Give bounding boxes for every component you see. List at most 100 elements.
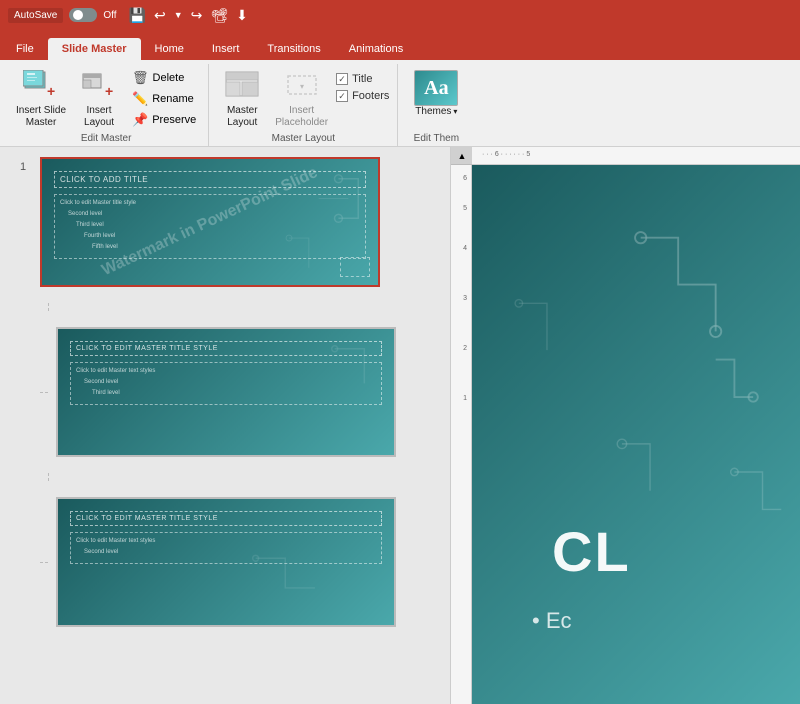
edit-master-group-label: Edit Master [81, 131, 132, 144]
rename-button[interactable]: ✏️ Rename [128, 89, 200, 109]
title-checkbox[interactable]: ✓ [336, 73, 348, 85]
delete-label: Delete [153, 72, 185, 84]
h-ruler-6: · · · 6 · · · · · · 5 [482, 151, 530, 158]
slide-inner-1: CLICK TO ADD TITLE Click to edit Master … [42, 159, 378, 285]
insert-placeholder-icon: ▾ [284, 70, 320, 105]
autosave-label: AutoSave [8, 8, 63, 23]
redo-icon[interactable]: ↪ [191, 7, 203, 24]
autosave-toggle[interactable] [69, 8, 97, 22]
slide-title-1: CLICK TO ADD TITLE [54, 171, 366, 188]
scroll-up-button[interactable]: ▲ [451, 147, 473, 165]
footers-checkbox-row[interactable]: ✓ Footers [336, 89, 389, 103]
vertical-ruler: 6 5 4 3 2 1 [451, 165, 471, 704]
slide-content-3: Click to edit Master text styles Second … [70, 532, 382, 564]
ruler-tick-1: 1 [463, 395, 467, 402]
ribbon-group-edit-master: + Insert SlideMaster + InsertLayout [4, 64, 209, 146]
canvas-circuit-svg [472, 165, 800, 704]
slide-content-2: Click to edit Master text styles Second … [70, 362, 382, 405]
present-icon[interactable]: 📽 [210, 7, 228, 24]
tab-transitions[interactable]: Transitions [253, 38, 334, 60]
more-icon[interactable]: ⬇ [236, 7, 248, 24]
ruler-tick-3: 3 [463, 295, 467, 302]
connector-1-2 [48, 303, 450, 311]
edit-canvas: · · · 6 · · · · · · 5 CL • Ec [472, 147, 800, 704]
tab-animations[interactable]: Animations [335, 38, 417, 60]
undo-icon[interactable]: ↩ [154, 7, 166, 24]
preserve-label: Preserve [152, 114, 196, 126]
insert-slide-master-label: Insert SlideMaster [16, 105, 66, 129]
tab-file[interactable]: File [2, 38, 48, 60]
slide-number-3 [20, 497, 32, 501]
title-bar: AutoSave Off 💾 ↩ ▼ ↪ 📽 ⬇ [0, 0, 800, 30]
ruler-tick-6: 6 [463, 175, 467, 182]
canvas-slide[interactable]: CL • Ec [472, 165, 800, 704]
canvas-bullet-text: • Ec [532, 608, 572, 634]
canvas-main-text: CL [552, 519, 631, 584]
insert-placeholder-button[interactable]: ▾ InsertPlaceholder [271, 68, 332, 131]
master-layout-button[interactable]: MasterLayout [217, 68, 267, 131]
slide-number-2 [20, 327, 32, 331]
delete-button[interactable]: 🗑 Delete [128, 68, 200, 88]
footers-checkbox[interactable]: ✓ [336, 90, 348, 102]
insert-placeholder-label: InsertPlaceholder [275, 105, 328, 129]
slide-text-3: CLICK TO EDIT MASTER TITLE STYLE Click t… [70, 511, 382, 613]
themes-dropdown-icon: ▾ [453, 107, 457, 116]
edit-theme-group-label: Edit Them [414, 131, 459, 144]
insert-slide-master-button[interactable]: + Insert SlideMaster [12, 68, 70, 131]
slide-thumbnail-2[interactable]: CLICK TO EDIT MASTER TITLE STYLE Click t… [56, 327, 396, 457]
slide-text-2: CLICK TO EDIT MASTER TITLE STYLE Click t… [70, 341, 382, 443]
svg-text:+: + [105, 83, 113, 99]
undo-dropdown-icon[interactable]: ▼ [174, 10, 183, 20]
svg-text:▾: ▾ [300, 82, 304, 91]
slide-thumbnail-3[interactable]: CLICK TO EDIT MASTER TITLE STYLE Click t… [56, 497, 396, 627]
save-icon[interactable]: 💾 [129, 7, 146, 24]
tab-home[interactable]: Home [141, 38, 198, 60]
delete-icon: 🗑 [132, 70, 149, 86]
slide-thumbnail-1[interactable]: CLICK TO ADD TITLE Click to edit Master … [40, 157, 380, 287]
title-bar-icons: 💾 ↩ ▼ ↪ 📽 ⬇ [129, 7, 248, 24]
tab-insert[interactable]: Insert [198, 38, 254, 60]
vertical-scroll-ruler: ▲ 6 5 4 3 2 1 [450, 147, 472, 704]
slide-content-1: Click to edit Master title style Second … [54, 194, 366, 259]
themes-label-row: Themes ▾ [415, 106, 457, 117]
slide-item-3: CLICK TO EDIT MASTER TITLE STYLE Click t… [20, 497, 450, 627]
master-layout-icon [224, 70, 260, 105]
slide-item-2: CLICK TO EDIT MASTER TITLE STYLE Click t… [20, 327, 450, 457]
ruler-tick-4: 4 [463, 245, 467, 252]
footers-checkbox-label: Footers [352, 90, 389, 102]
toggle-knob [73, 10, 83, 20]
edit-master-buttons: + Insert SlideMaster + InsertLayout [12, 68, 200, 131]
title-bar-left: AutoSave Off [8, 8, 117, 23]
themes-button[interactable]: Aa Themes ▾ [406, 68, 466, 119]
title-checkbox-row[interactable]: ✓ Title [336, 72, 389, 86]
h-connector-2 [40, 392, 48, 393]
h-connector-3 [40, 562, 48, 563]
slide-item-1: 1 CLICK TO ADD TITLE Click to edit [20, 157, 450, 287]
insert-slide-master-icon: + [23, 70, 59, 105]
master-layout-group-label: Master Layout [272, 131, 335, 144]
ribbon-group-master-layout: MasterLayout ▾ InsertPlaceholder ✓ Title [209, 64, 398, 146]
insert-layout-button[interactable]: + InsertLayout [74, 68, 124, 131]
scroll-up-icon: ▲ [458, 151, 467, 161]
insert-layout-icon: + [81, 70, 117, 105]
themes-icon: Aa [414, 70, 458, 106]
autosave-state: Off [103, 10, 116, 21]
slide-text-1: CLICK TO ADD TITLE Click to edit Master … [54, 171, 366, 273]
ribbon-group-edit-theme: Aa Themes ▾ Edit Them [398, 64, 474, 146]
preserve-button[interactable]: 📌 Preserve [128, 110, 200, 130]
themes-label: Themes [415, 106, 451, 117]
preserve-icon: 📌 [132, 112, 148, 128]
master-layout-buttons: MasterLayout ▾ InsertPlaceholder ✓ Title [217, 68, 389, 131]
ruler-tick-2: 2 [463, 345, 467, 352]
rename-label: Rename [152, 93, 194, 105]
master-layout-label: MasterLayout [227, 105, 258, 129]
master-layout-checkboxes: ✓ Title ✓ Footers [336, 68, 389, 103]
edit-theme-buttons: Aa Themes ▾ [406, 68, 466, 131]
rename-icon: ✏️ [132, 91, 148, 107]
slide-inner-3: CLICK TO EDIT MASTER TITLE STYLE Click t… [58, 499, 394, 625]
slide-number-1: 1 [20, 157, 32, 173]
slide-bottom-placeholder-1 [340, 257, 370, 277]
ruler-tick-5: 5 [463, 205, 467, 212]
slide-title-3: CLICK TO EDIT MASTER TITLE STYLE [70, 511, 382, 526]
tab-slide-master[interactable]: Slide Master [48, 38, 141, 60]
